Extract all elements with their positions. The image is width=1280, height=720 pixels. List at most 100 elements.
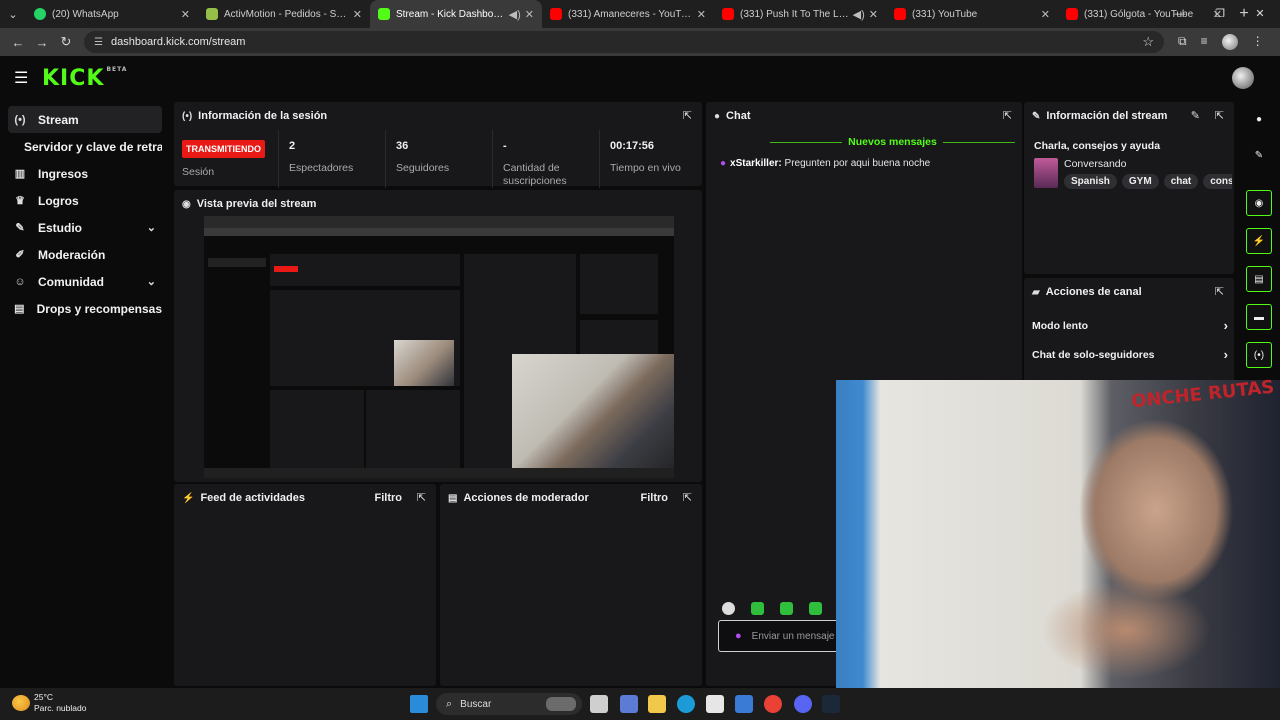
popout-icon[interactable]: ⇱: [1003, 109, 1012, 122]
emote-icon[interactable]: [780, 602, 793, 615]
user-avatar[interactable]: [1232, 67, 1254, 89]
weather-widget[interactable]: 25°C Parc. nublado: [12, 692, 86, 714]
profile-avatar[interactable]: [1221, 34, 1238, 50]
sidebar-item-stream[interactable]: (•) Stream: [8, 106, 162, 133]
tab-youtube-amaneceres[interactable]: (331) Amaneceres - YouTube ✕: [542, 0, 714, 28]
panel-title: (•) Información de la sesión: [182, 110, 327, 122]
bolt-icon[interactable]: ⚡: [1246, 228, 1272, 254]
extensions-icon[interactable]: ⧉: [1178, 34, 1187, 50]
file-explorer-icon[interactable]: [648, 695, 666, 713]
stream-tags: Spanish GYM chat consejos: [1064, 174, 1232, 189]
tab-shopify[interactable]: ActivMotion - Pedidos - Shopify ✕: [198, 0, 370, 28]
address-bar[interactable]: ☰ dashboard.kick.com/stream ☆: [84, 31, 1164, 53]
sidebar-item-drops[interactable]: ▤ Drops y recompensas: [8, 295, 162, 322]
tab-youtube-push[interactable]: (331) Push It To The Limit - ◀) ✕: [714, 0, 886, 28]
edge-icon[interactable]: [677, 695, 695, 713]
tab-youtube[interactable]: (331) YouTube ✕: [886, 0, 1058, 28]
popout-icon[interactable]: ⇱: [1215, 285, 1224, 298]
filter-button[interactable]: Filtro: [641, 492, 669, 504]
info-icon[interactable]: ●: [1246, 106, 1272, 132]
windows-start-icon[interactable]: [410, 695, 428, 713]
emote-icon[interactable]: [751, 602, 764, 615]
document-icon[interactable]: ▤: [1246, 266, 1272, 292]
mail-icon[interactable]: [735, 695, 753, 713]
chat-bubble-icon[interactable]: ▬: [1246, 304, 1272, 330]
back-icon[interactable]: ←: [6, 35, 30, 50]
emote-picker-icon[interactable]: [722, 602, 735, 615]
task-view-icon[interactable]: [590, 695, 608, 713]
kick-logo[interactable]: KICK BETA: [42, 66, 127, 91]
tab-kick-dashboard[interactable]: Stream - Kick Dashboard ◀) ✕: [370, 0, 542, 28]
popout-icon[interactable]: ⇱: [683, 491, 692, 504]
bolt-icon: ⚡: [182, 492, 195, 504]
sidebar-item-moderacion[interactable]: ✐ Moderación: [8, 241, 162, 268]
close-icon[interactable]: ✕: [525, 8, 534, 21]
minimize-icon[interactable]: —: [1160, 0, 1200, 28]
logo-text: KICK: [42, 65, 105, 91]
taskbar-search[interactable]: ⌕ Buscar: [436, 693, 582, 715]
site-info-icon[interactable]: ☰: [94, 37, 103, 48]
copilot-icon[interactable]: [620, 695, 638, 713]
restore-icon[interactable]: ❐: [1200, 0, 1240, 28]
sidebar-item-label: Comunidad: [38, 274, 104, 289]
reload-icon[interactable]: ↻: [54, 34, 78, 50]
tab-whatsapp[interactable]: (20) WhatsApp ✕: [26, 0, 198, 28]
tab-title: (331) YouTube: [912, 8, 978, 20]
speaker-icon[interactable]: ◀): [853, 8, 865, 21]
preview-line: [208, 258, 266, 267]
edit-icon[interactable]: ✎: [1191, 109, 1200, 122]
bookmark-star-icon[interactable]: ☆: [1142, 34, 1154, 50]
popout-icon[interactable]: ⇱: [1215, 109, 1224, 122]
chat-message: ● xStarkiller: Pregunten por aqui buena n…: [720, 158, 930, 169]
broadcast-icon[interactable]: (•): [1246, 342, 1272, 368]
preview-line: [208, 294, 266, 303]
filter-button[interactable]: Filtro: [375, 492, 403, 504]
hamburger-menu-icon[interactable]: ☰: [14, 68, 28, 88]
popout-icon[interactable]: ⇱: [683, 109, 692, 122]
pencil-icon: ✎: [1032, 110, 1041, 122]
slow-mode-row[interactable]: Modo lento ›: [1032, 318, 1228, 333]
popout-icon[interactable]: ⇱: [417, 491, 426, 504]
chrome-icon[interactable]: [764, 695, 782, 713]
forward-icon[interactable]: →: [30, 35, 54, 50]
session-label: Sesión: [182, 166, 215, 178]
tab-search-icon[interactable]: ⌄: [0, 0, 26, 28]
pencil-icon[interactable]: ✎: [1246, 142, 1272, 168]
action-label: Modo lento: [1032, 319, 1088, 332]
close-window-icon[interactable]: ✕: [1240, 0, 1280, 28]
preview-title-text: Vista previa del stream: [196, 198, 317, 210]
new-messages-label[interactable]: Nuevos mensajes: [770, 136, 1015, 148]
discord-icon[interactable]: [794, 695, 812, 713]
sidebar-item-logros[interactable]: ♛ Logros: [8, 187, 162, 214]
sidebar-item-server-key[interactable]: Servidor y clave de retransmisión: [8, 133, 162, 160]
steam-icon[interactable]: [822, 695, 840, 713]
store-icon[interactable]: [706, 695, 724, 713]
close-icon[interactable]: ✕: [181, 8, 190, 21]
chat-username[interactable]: xStarkiller:: [730, 158, 782, 169]
sidebar-item-estudio[interactable]: ✎ Estudio ⌄: [8, 214, 162, 241]
broadcast-icon: (•): [182, 110, 193, 122]
close-icon[interactable]: ✕: [869, 8, 878, 21]
emote-icon[interactable]: [809, 602, 822, 615]
preview-panel: [366, 390, 460, 470]
followers-only-row[interactable]: Chat de solo-seguidores ›: [1032, 347, 1228, 362]
preview-line: [208, 321, 266, 330]
webcam-sign: ONCHE RUTAS: [1129, 376, 1275, 413]
reading-list-icon[interactable]: ≡: [1201, 34, 1208, 50]
more-menu-icon[interactable]: ⋮: [1252, 34, 1264, 50]
url-text: dashboard.kick.com/stream: [110, 36, 246, 48]
sidebar-item-comunidad[interactable]: ☺ Comunidad ⌄: [8, 268, 162, 295]
browser-tab-strip: ⌄ (20) WhatsApp ✕ ActivMotion - Pedidos -…: [0, 0, 1280, 28]
close-icon[interactable]: ✕: [1041, 8, 1050, 21]
sidebar-item-label: Moderación: [38, 247, 106, 262]
stream-preview-video[interactable]: [204, 216, 674, 478]
close-icon[interactable]: ✕: [697, 8, 706, 21]
stream-title: Charla, consejos y ayuda: [1034, 140, 1161, 152]
camera-icon[interactable]: ◉: [1246, 190, 1272, 216]
shopify-icon: [206, 8, 218, 20]
speaker-icon[interactable]: ◀): [509, 8, 521, 21]
preview-address-bar: [204, 228, 674, 236]
tag-pill: consejos: [1203, 174, 1232, 189]
sidebar-item-ingresos[interactable]: ▥ Ingresos: [8, 160, 162, 187]
close-icon[interactable]: ✕: [353, 8, 362, 21]
